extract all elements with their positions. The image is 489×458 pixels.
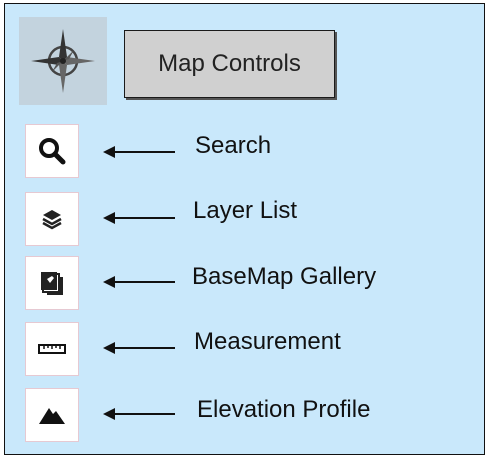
elevation-profile-label: Elevation Profile [197, 396, 371, 423]
layers-icon [42, 210, 62, 230]
layer-list-label: Layer List [193, 197, 298, 224]
mountain-icon [39, 408, 65, 424]
compass-widget[interactable] [19, 17, 107, 105]
search-icon [39, 138, 66, 165]
basemap-gallery-label: BaseMap Gallery [192, 263, 377, 290]
arrow-icon [103, 276, 175, 288]
ruler-icon [38, 344, 66, 354]
measurement-button[interactable] [25, 322, 79, 376]
measurement-label: Measurement [194, 328, 341, 355]
arrow-icon [103, 408, 175, 420]
arrow-icon [103, 342, 175, 354]
map-controls-panel: Map Controls Search Layer List BaseMap G… [4, 3, 485, 455]
search-button[interactable] [25, 124, 79, 178]
basemap-gallery-button[interactable] [25, 256, 79, 310]
elevation-profile-button[interactable] [25, 388, 79, 442]
compass-icon [31, 29, 95, 93]
basemap-gallery-icon [41, 272, 63, 295]
arrow-icon [103, 146, 175, 158]
search-label: Search [195, 132, 272, 159]
layer-list-button[interactable] [25, 192, 79, 246]
arrow-icon [103, 212, 175, 224]
map-controls-button[interactable]: Map Controls [124, 30, 335, 98]
